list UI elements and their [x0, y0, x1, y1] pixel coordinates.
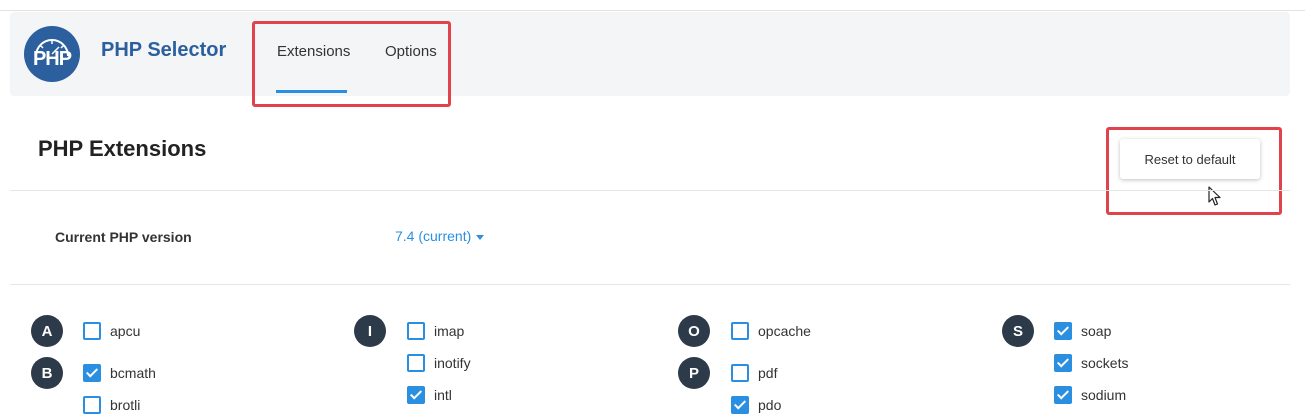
checkbox[interactable] [407, 386, 425, 404]
checkbox[interactable] [83, 364, 101, 382]
tabs-highlight-box [252, 21, 451, 107]
extension-sockets[interactable]: sockets [1054, 354, 1128, 372]
extension-imap[interactable]: imap [407, 322, 464, 340]
extension-label: inotify [434, 355, 471, 371]
letter-badge-a: A [31, 315, 63, 347]
extension-pdf[interactable]: pdf [731, 364, 777, 382]
extension-label: pdo [758, 397, 782, 413]
caret-down-icon [476, 234, 485, 240]
divider [10, 284, 1290, 285]
letter-badge-s: S [1002, 315, 1034, 347]
checkbox[interactable] [83, 396, 101, 414]
extension-intl[interactable]: intl [407, 386, 452, 404]
checkbox[interactable] [1054, 386, 1072, 404]
current-php-version-label: Current PHP version [55, 229, 192, 245]
checkbox[interactable] [731, 396, 749, 414]
letter-badge-p: P [678, 357, 710, 389]
extension-label: brotli [110, 397, 141, 413]
php-version-dropdown[interactable]: 7.4 (current) [395, 228, 485, 244]
extension-label: sodium [1081, 387, 1127, 403]
extension-bcmath[interactable]: bcmath [83, 364, 156, 382]
extension-sodium[interactable]: sodium [1054, 386, 1126, 404]
checkbox[interactable] [731, 364, 749, 382]
letter-badge-b: B [31, 357, 63, 389]
extension-label: apcu [110, 323, 141, 339]
extension-label: soap [1081, 323, 1112, 339]
letter-badge-i: I [354, 315, 386, 347]
extension-label: pdf [758, 365, 778, 381]
letter-badge-o: O [678, 315, 710, 347]
page-title: PHP Extensions [38, 136, 207, 161]
extension-brotli[interactable]: brotli [83, 396, 140, 414]
logo-text: PHP [32, 47, 72, 70]
extension-label: opcache [758, 323, 811, 339]
extension-label: intl [434, 387, 452, 403]
extension-label: sockets [1081, 355, 1129, 371]
extension-pdo[interactable]: pdo [731, 396, 781, 414]
php-version-value: 7.4 (current) [395, 228, 472, 244]
checkbox[interactable] [407, 322, 425, 340]
checkbox[interactable] [731, 322, 749, 340]
top-border [0, 10, 1305, 11]
extension-opcache[interactable]: opcache [731, 322, 811, 340]
extension-label: bcmath [110, 365, 156, 381]
php-logo: PHP [24, 26, 80, 82]
extension-label: imap [434, 323, 465, 339]
divider [10, 190, 1290, 191]
extension-inotify[interactable]: inotify [407, 354, 471, 372]
checkbox[interactable] [1054, 322, 1072, 340]
app-header: PHP PHP Selector Extensions Options [10, 12, 1290, 96]
app-title: PHP Selector [101, 39, 227, 61]
extension-apcu[interactable]: apcu [83, 322, 140, 340]
checkbox[interactable] [83, 322, 101, 340]
checkbox[interactable] [407, 354, 425, 372]
reset-highlight-box [1106, 127, 1282, 215]
extension-soap[interactable]: soap [1054, 322, 1111, 340]
checkbox[interactable] [1054, 354, 1072, 372]
